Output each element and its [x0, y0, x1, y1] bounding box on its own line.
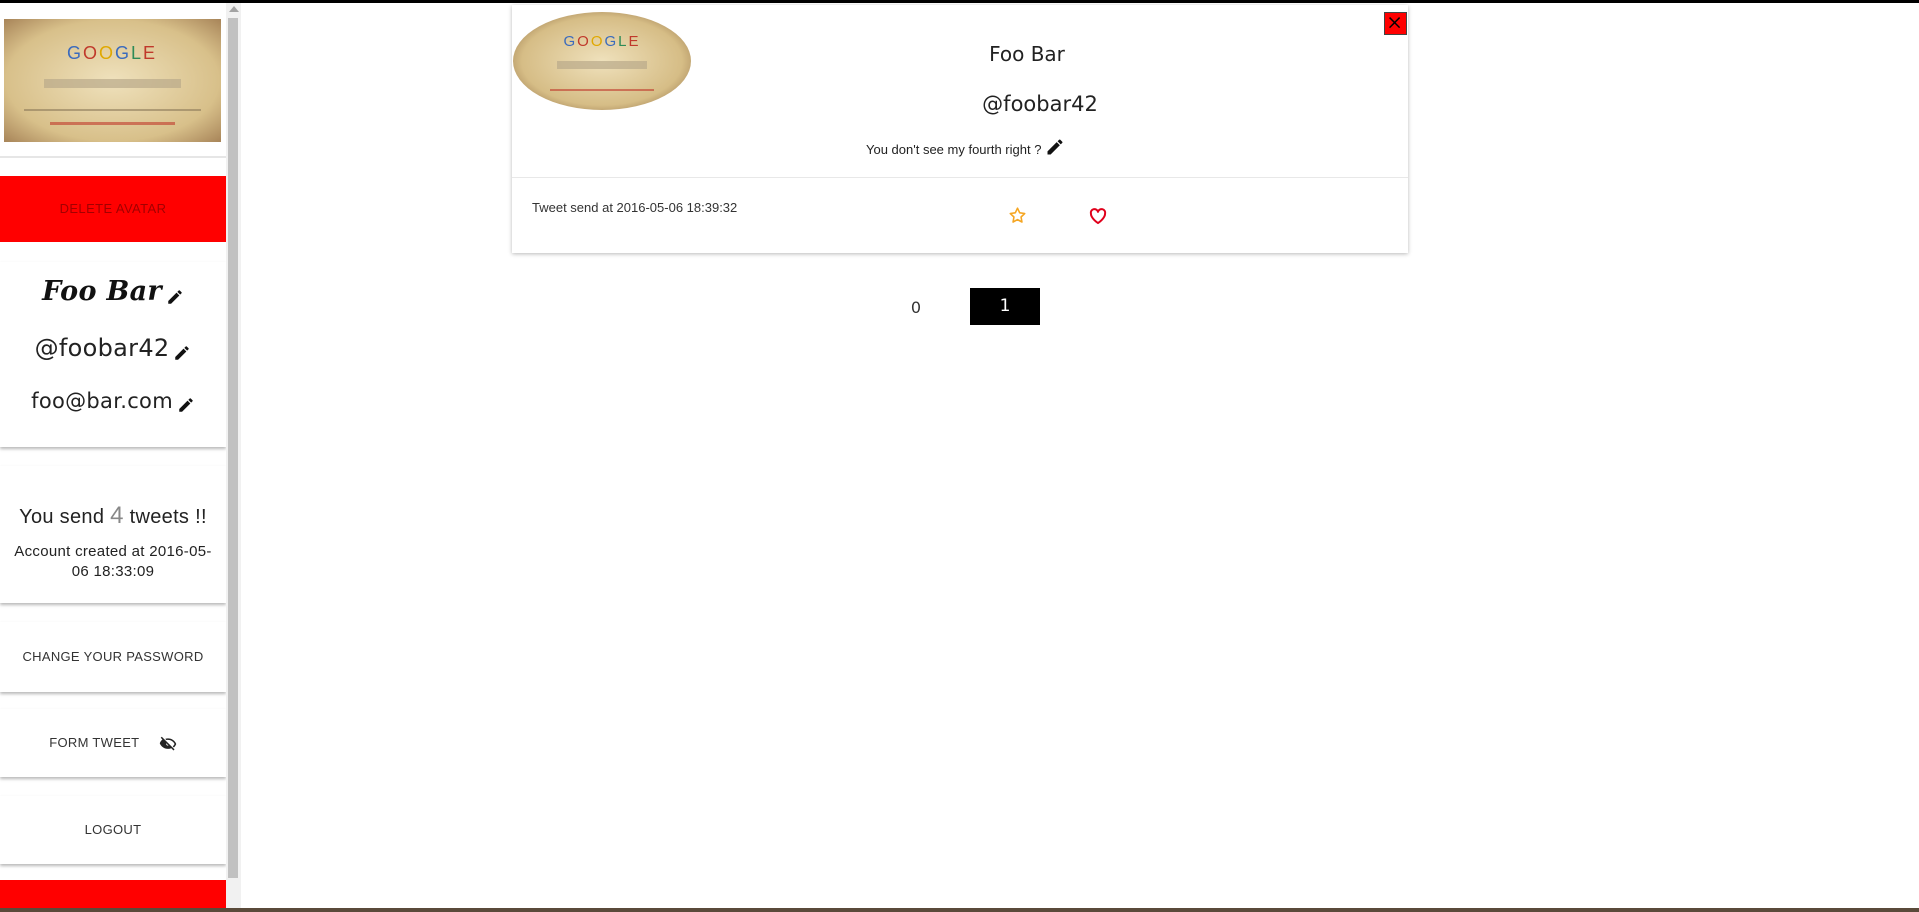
profile-name: Foo Bar: [42, 276, 162, 307]
tweet-card: GOOGLE Foo Bar @foobar42 You don't see m…: [512, 5, 1408, 253]
tweet-author-handle: @foobar42: [982, 92, 1098, 116]
profile-handle: @foobar42: [34, 334, 170, 362]
heart-icon[interactable]: [1088, 206, 1108, 226]
tweet-divider: [512, 177, 1408, 178]
tweet-count-prefix: You send: [19, 506, 105, 528]
change-password-label: CHANGE YOUR PASSWORD: [22, 649, 204, 664]
scroll-up-arrow[interactable]: [229, 6, 239, 12]
delete-avatar-button[interactable]: DELETE AVATAR: [0, 176, 226, 242]
tweet-author-name: Foo Bar: [989, 42, 1065, 66]
tweet-text: You don't see my fourth right ?: [866, 142, 1042, 157]
eye-off-icon: [159, 736, 176, 751]
tweet-count-line: You send 4 tweets !!: [0, 502, 226, 530]
top-border: [0, 0, 1919, 3]
profile-handle-row: @foobar42: [0, 334, 226, 362]
logout-button[interactable]: LOGOUT: [0, 796, 226, 864]
sidebar-bottom-button[interactable]: [0, 880, 226, 908]
close-icon: [1389, 17, 1401, 29]
pencil-icon[interactable]: [166, 288, 184, 306]
pencil-icon[interactable]: [1045, 137, 1065, 157]
page-1-button[interactable]: 1: [970, 288, 1040, 325]
divider: [0, 156, 226, 158]
tweet-text-row: You don't see my fourth right ?: [866, 137, 1065, 157]
bottom-border: [0, 908, 1919, 912]
tweet-count-suffix: tweets !!: [129, 506, 207, 528]
star-icon[interactable]: [1008, 206, 1027, 225]
profile-email-row: foo@bar.com: [0, 389, 226, 414]
profile-card: Foo Bar @foobar42 foo@bar.com: [0, 262, 226, 447]
tweet-date: Tweet send at 2016-05-06 18:39:32: [532, 200, 738, 215]
pencil-icon[interactable]: [173, 344, 191, 362]
profile-name-row: Foo Bar: [0, 276, 226, 307]
pencil-icon[interactable]: [177, 396, 195, 414]
page-0-button[interactable]: 0: [896, 296, 936, 320]
account-created-line1: Account created at 2016-05-: [14, 543, 212, 560]
sidebar: GOOGLE DELETE AVATAR Foo Bar @foobar42 f…: [0, 3, 226, 908]
svg-text:GOOGLE: GOOGLE: [67, 43, 157, 63]
close-button[interactable]: [1384, 12, 1407, 35]
form-tweet-row: FORM TWEET: [0, 709, 226, 777]
tweet-count: 4: [110, 502, 124, 529]
logout-label: LOGOUT: [84, 822, 142, 837]
profile-email: foo@bar.com: [31, 389, 173, 413]
account-created-line2: 06 18:33:09: [71, 563, 155, 580]
scrollbar-thumb[interactable]: [228, 18, 238, 878]
form-tweet-button[interactable]: FORM TWEET: [0, 709, 226, 777]
account-created: Account created at 2016-05- 06 18:33:09: [0, 542, 226, 582]
avatar[interactable]: GOOGLE: [4, 19, 221, 142]
stats-card: You send 4 tweets !! Account created at …: [0, 466, 226, 603]
change-password-button[interactable]: CHANGE YOUR PASSWORD: [0, 622, 226, 692]
form-tweet-label: FORM TWEET: [49, 735, 140, 750]
